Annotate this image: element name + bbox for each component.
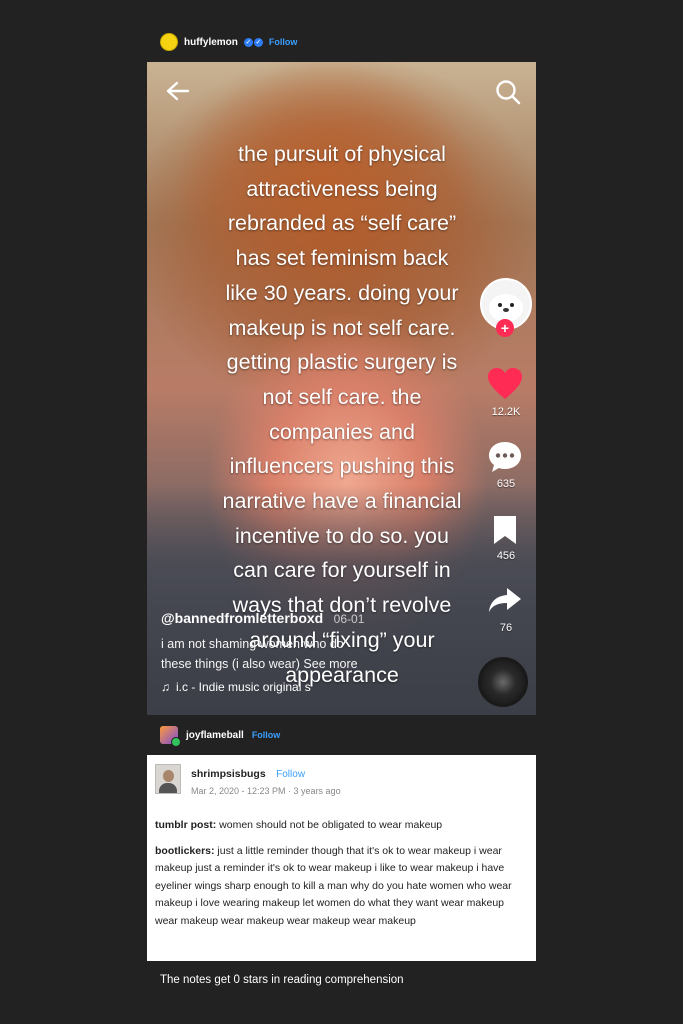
share-arrow-icon[interactable] (487, 586, 523, 614)
card-line-1-text: women should not be obligated to wear ma… (216, 819, 443, 831)
music-title: i.c - Indie music original s (176, 680, 311, 694)
verified-badge-icon: ✓ ✓ (243, 37, 263, 47)
card-avatar[interactable] (155, 764, 181, 794)
follow-button[interactable]: Follow (269, 37, 298, 47)
reblog-header: joyflameball Follow (160, 726, 281, 747)
action-rail: + 12.2K 635 456 76 (476, 62, 536, 715)
post-username[interactable]: huffylemon (184, 37, 238, 48)
card-header: shrimpsisbugs Follow Mar 2, 2020 - 12:23… (155, 764, 341, 796)
tiktok-video[interactable]: the pursuit of physical attractiveness b… (147, 62, 536, 715)
card-line-1: tumblr post: women should not be obligat… (155, 817, 527, 835)
caption-username[interactable]: @bannedfromletterboxd (161, 610, 323, 626)
like-heart-icon[interactable] (487, 367, 523, 401)
music-note-icon: ♫ (161, 680, 170, 694)
music-disc-icon[interactable] (478, 657, 528, 707)
back-arrow-icon[interactable] (165, 80, 191, 102)
reblogger-avatar[interactable] (160, 726, 181, 747)
follow-creator-plus-icon[interactable]: + (496, 319, 514, 337)
reblog-follow-button[interactable]: Follow (252, 730, 281, 740)
saves-count: 456 (496, 550, 516, 562)
comment-bubble-icon[interactable] (487, 440, 523, 474)
quoted-post-card: shrimpsisbugs Follow Mar 2, 2020 - 12:23… (147, 755, 536, 961)
card-line-1-label: tumblr post: (155, 819, 217, 831)
caption-date: 06-01 (333, 612, 365, 626)
card-body: tumblr post: women should not be obligat… (155, 817, 527, 938)
post-header: huffylemon ✓ ✓ Follow (160, 32, 297, 52)
caption-block: @bannedfromletterboxd 06-01 i am not sha… (161, 610, 461, 694)
video-overlay-text: the pursuit of physical attractiveness b… (222, 142, 462, 687)
music-row[interactable]: ♫ i.c - Indie music original s (161, 680, 461, 694)
caption-description[interactable]: i am not shaming women who do these thin… (161, 634, 461, 674)
card-timestamp: Mar 2, 2020 - 12:23 PM · 3 years ago (191, 786, 341, 796)
bookmark-icon[interactable] (491, 514, 519, 546)
user-avatar[interactable] (160, 33, 178, 51)
reblog-comment: The notes get 0 stars in reading compreh… (160, 974, 404, 986)
comments-count: 635 (496, 478, 516, 490)
card-line-2-label: bootlickers: (155, 844, 215, 857)
shares-count: 76 (499, 622, 513, 634)
likes-count: 12.2K (491, 406, 521, 418)
card-follow-button[interactable]: Follow (276, 769, 305, 780)
card-line-2: bootlickers: just a little reminder thou… (155, 843, 527, 931)
reblogger-username[interactable]: joyflameball (186, 730, 244, 741)
card-username[interactable]: shrimpsisbugs (191, 768, 266, 780)
